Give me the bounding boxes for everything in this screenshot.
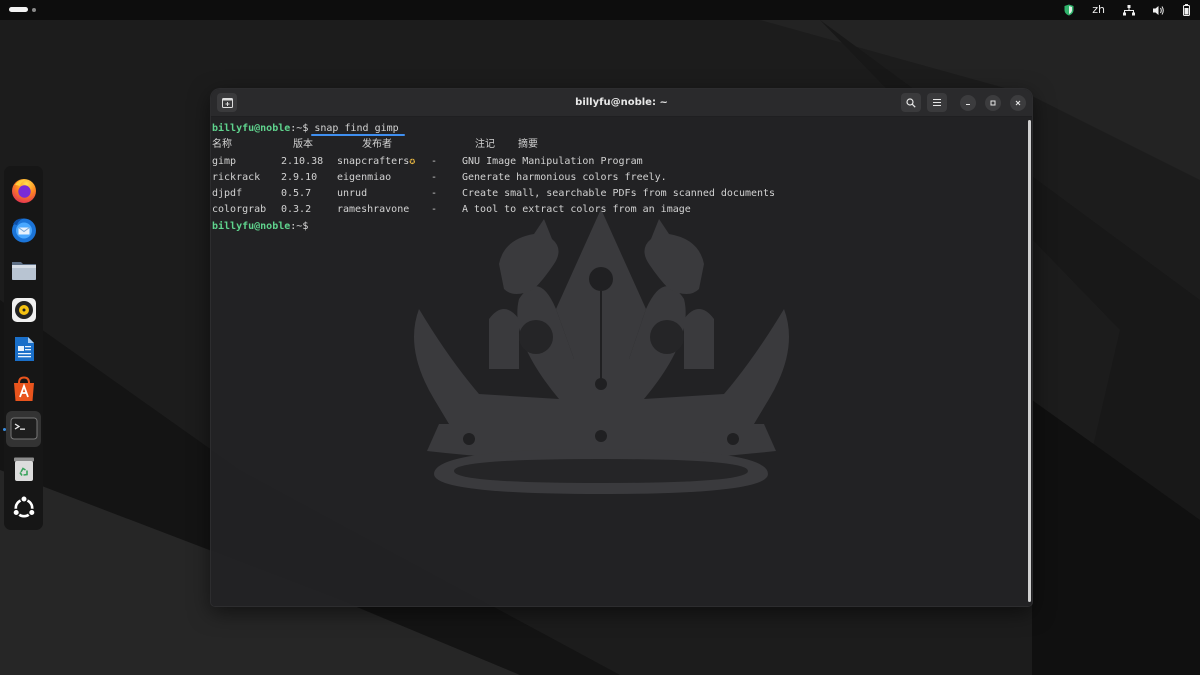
trash-icon: [13, 457, 34, 481]
shield-icon[interactable]: [1064, 4, 1074, 16]
row-publisher: rameshravone: [337, 204, 410, 216]
rhythmbox-icon: [11, 297, 36, 322]
volume-icon[interactable]: [1153, 5, 1165, 16]
row-publisher: unrud: [337, 188, 368, 200]
hamburger-icon: [933, 98, 941, 107]
dock-item-trash[interactable]: [6, 450, 41, 486]
row-name: rickrack: [212, 171, 261, 183]
row-summary: GNU Image Manipulation Program: [462, 155, 643, 167]
prompt-user: billyfu@noble: [212, 220, 291, 232]
new-tab-icon: [221, 97, 233, 108]
terminal-content[interactable]: billyfu@noble:~$ snap find gimp 名称 版本 发布…: [212, 121, 1024, 235]
table-row: colorgrab 0.3.2 rameshravone - A tool to…: [212, 202, 1024, 218]
dock-item-terminal[interactable]: [3, 410, 41, 448]
close-icon: [1015, 100, 1021, 106]
row-summary: Create small, searchable PDFs from scann…: [462, 188, 776, 200]
terminal-window[interactable]: billyfu@noble: ~ billyfu@noble:~$ snap f…: [211, 89, 1032, 606]
app-center-icon: [13, 376, 34, 402]
top-bar: zh: [0, 0, 1200, 20]
maximize-icon: [990, 100, 996, 106]
workspace-inactive: [32, 7, 36, 12]
row-version: 2.9.10: [281, 171, 318, 183]
header-publisher: 发布者: [362, 139, 392, 151]
row-version: 0.5.7: [281, 188, 312, 200]
new-tab-button[interactable]: [217, 93, 237, 112]
row-publisher-name: snapcrafters: [337, 155, 410, 167]
row-version: 0.3.2: [281, 204, 312, 216]
maximize-button[interactable]: [985, 95, 1001, 111]
thunderbird-icon: [11, 218, 36, 243]
prompt-path: :~$: [290, 123, 315, 134]
terminal-scrollbar[interactable]: [1028, 120, 1031, 602]
firefox-icon: [11, 179, 36, 204]
command-highlight-underline: [311, 134, 406, 136]
table-row: rickrack 2.9.10 eigenmiao - Generate har…: [212, 170, 1024, 186]
input-language-indicator[interactable]: zh: [1092, 0, 1105, 20]
dock-item-writer[interactable]: [6, 331, 41, 367]
row-notes: -: [431, 204, 438, 216]
table-row: gimp 2.10.38 snapcrafters✪ - GNU Image M…: [212, 154, 1024, 170]
row-notes: -: [431, 155, 438, 167]
row-publisher: snapcrafters✪: [337, 154, 415, 170]
ubuntu-icon: [11, 495, 36, 518]
menu-button[interactable]: [927, 93, 947, 112]
files-icon: [11, 261, 36, 280]
table-header-row: 名称 版本 发布者 注记 摘要: [212, 137, 1024, 153]
row-summary: Generate harmonious colors freely.: [462, 171, 667, 183]
system-tray: zh: [1064, 0, 1190, 20]
minimize-button[interactable]: [960, 95, 976, 111]
header-name: 名称: [212, 139, 232, 151]
minimize-icon: [966, 103, 970, 106]
prompt-line: billyfu@noble:~$: [212, 219, 1024, 235]
prompt-path: :~$: [290, 220, 315, 232]
dock-item-app-center[interactable]: [6, 371, 41, 407]
prompt-line: billyfu@noble:~$ snap find gimp: [212, 121, 1024, 137]
dock-item-files[interactable]: [6, 252, 41, 288]
activities-indicator[interactable]: [9, 7, 36, 12]
row-version: 2.10.38: [281, 155, 324, 167]
table-row: djpdf 0.5.7 unrud - Create small, search…: [212, 186, 1024, 202]
row-name: gimp: [212, 155, 237, 167]
header-version: 版本: [293, 139, 313, 151]
dock-item-thunderbird[interactable]: [6, 212, 41, 248]
row-notes: -: [431, 188, 438, 200]
command-text: snap find gimp: [311, 123, 406, 136]
command-string: snap find gimp: [314, 123, 399, 134]
dock-item-show-apps[interactable]: [6, 490, 41, 526]
header-notes: 注记: [475, 139, 495, 151]
terminal-icon: [10, 417, 37, 440]
prompt-user: billyfu@noble: [212, 123, 291, 134]
row-name: colorgrab: [212, 204, 267, 216]
row-summary: A tool to extract colors from an image: [462, 204, 691, 216]
close-button[interactable]: [1010, 95, 1026, 111]
network-icon[interactable]: [1123, 4, 1135, 16]
running-indicator: [3, 427, 6, 431]
header-summary: 摘要: [518, 139, 538, 151]
workspace-active: [9, 7, 28, 12]
verified-star-icon: ✪: [409, 155, 416, 167]
row-publisher: eigenmiao: [337, 171, 392, 183]
battery-icon[interactable]: [1183, 4, 1190, 16]
search-button[interactable]: [901, 93, 921, 112]
terminal-titlebar[interactable]: billyfu@noble: ~: [211, 89, 1032, 117]
dock-item-firefox[interactable]: [6, 172, 41, 208]
dock-item-rhythmbox[interactable]: [6, 291, 41, 327]
row-name: djpdf: [212, 188, 243, 200]
search-icon: [906, 97, 916, 108]
crown-watermark: [414, 209, 789, 494]
dock: [3, 166, 43, 530]
row-notes: -: [431, 171, 438, 183]
writer-icon: [14, 337, 34, 362]
